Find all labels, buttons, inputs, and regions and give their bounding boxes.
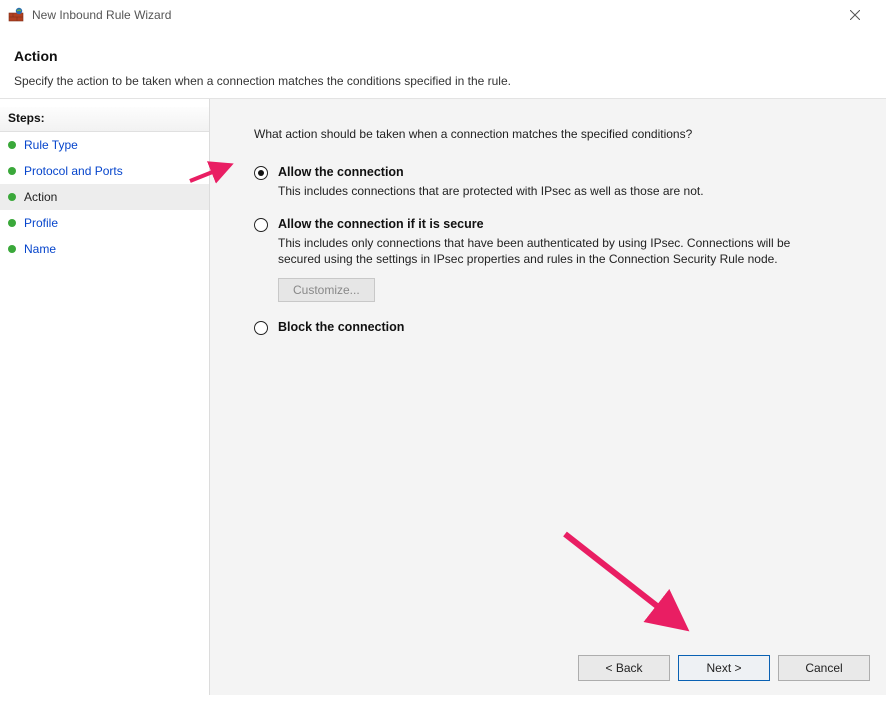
firewall-icon <box>8 7 24 23</box>
option-allow-secure: Allow the connection if it is secure This… <box>250 217 862 301</box>
step-item-protocol-and-ports[interactable]: Protocol and Ports <box>0 158 209 184</box>
steps-sidebar: Steps: Rule Type Protocol and Ports Action… <box>0 99 210 695</box>
step-bullet-icon <box>8 141 16 149</box>
option-desc: This includes connections that are prote… <box>278 183 818 199</box>
step-label: Rule Type <box>24 138 78 152</box>
step-bullet-icon <box>8 219 16 227</box>
option-block: Block the connection <box>250 320 862 338</box>
step-item-rule-type[interactable]: Rule Type <box>0 132 209 158</box>
radio-block[interactable] <box>254 321 268 335</box>
option-title: Block the connection <box>278 320 862 334</box>
wizard-body: Steps: Rule Type Protocol and Ports Action… <box>0 99 886 695</box>
step-bullet-icon <box>8 193 16 201</box>
page-subtitle: Specify the action to be taken when a co… <box>14 74 872 88</box>
option-title: Allow the connection <box>278 165 862 179</box>
action-prompt: What action should be taken when a conne… <box>254 127 862 141</box>
step-bullet-icon <box>8 167 16 175</box>
wizard-header: Action Specify the action to be taken wh… <box>0 30 886 99</box>
close-button[interactable] <box>832 0 878 30</box>
step-label: Name <box>24 242 56 256</box>
wizard-content: What action should be taken when a conne… <box>210 99 886 695</box>
step-label: Profile <box>24 216 58 230</box>
page-title: Action <box>14 48 872 64</box>
next-button[interactable]: Next > <box>678 655 770 681</box>
back-button[interactable]: < Back <box>578 655 670 681</box>
customize-button: Customize... <box>278 278 375 302</box>
step-item-action[interactable]: Action <box>0 184 209 210</box>
option-allow: Allow the connection This includes connec… <box>250 165 862 199</box>
cancel-button[interactable]: Cancel <box>778 655 870 681</box>
step-label: Protocol and Ports <box>24 164 123 178</box>
close-icon <box>850 10 860 20</box>
step-item-name[interactable]: Name <box>0 236 209 262</box>
step-item-profile[interactable]: Profile <box>0 210 209 236</box>
radio-allow-secure[interactable] <box>254 218 268 232</box>
window-title: New Inbound Rule Wizard <box>32 8 832 22</box>
annotation-arrow-next <box>560 529 700 639</box>
titlebar: New Inbound Rule Wizard <box>0 0 886 30</box>
radio-allow[interactable] <box>254 166 268 180</box>
step-label: Action <box>24 190 57 204</box>
step-bullet-icon <box>8 245 16 253</box>
steps-heading: Steps: <box>0 107 209 132</box>
wizard-footer: < Back Next > Cancel <box>578 655 870 681</box>
option-title: Allow the connection if it is secure <box>278 217 862 231</box>
option-desc: This includes only connections that have… <box>278 235 818 267</box>
